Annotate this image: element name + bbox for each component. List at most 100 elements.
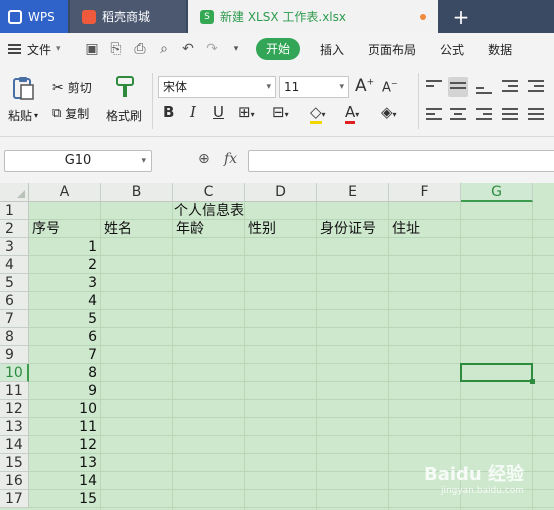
align-right-icon[interactable]: [474, 105, 494, 125]
copy-button[interactable]: ⧉ 复制: [52, 105, 89, 122]
serial-cell[interactable]: 10: [29, 400, 97, 418]
sheet-title-cell[interactable]: 个人信息表: [174, 202, 244, 220]
justify-icon[interactable]: [500, 105, 520, 125]
serial-cell[interactable]: 8: [29, 364, 97, 382]
menu-tab-page-layout[interactable]: 页面布局: [356, 41, 428, 58]
header-cell[interactable]: 序号: [32, 220, 60, 238]
row-header-12[interactable]: 12: [0, 400, 29, 418]
header-cell[interactable]: 身份证号: [320, 220, 376, 238]
serial-cell[interactable]: 4: [29, 292, 97, 310]
row-header-7[interactable]: 7: [0, 310, 29, 328]
row-header-11[interactable]: 11: [0, 382, 29, 400]
row-header-17[interactable]: 17: [0, 490, 29, 508]
header-cell[interactable]: 姓名: [104, 220, 132, 238]
row-header-1[interactable]: 1: [0, 202, 29, 220]
row-header-14[interactable]: 14: [0, 436, 29, 454]
increase-font-icon[interactable]: A+: [355, 76, 374, 96]
row-header-13[interactable]: 13: [0, 418, 29, 436]
serial-cell[interactable]: 6: [29, 328, 97, 346]
serial-cell[interactable]: 11: [29, 418, 97, 436]
header-cell[interactable]: 年龄: [176, 220, 204, 238]
decrease-font-icon[interactable]: A−: [382, 79, 398, 95]
font-size-select[interactable]: 11 ▾: [279, 76, 349, 98]
paste-icon[interactable]: [10, 75, 40, 101]
divider: [152, 73, 153, 129]
serial-cell[interactable]: 15: [29, 490, 97, 508]
tab-wps[interactable]: WPS: [0, 0, 68, 33]
save-icon[interactable]: ▣: [84, 41, 100, 57]
print-preview-icon[interactable]: ⌕: [156, 41, 172, 57]
bold-icon[interactable]: B: [163, 103, 174, 121]
menu-tab-home[interactable]: 开始: [256, 38, 301, 60]
fill-handle[interactable]: [530, 379, 535, 384]
align-top-icon[interactable]: [424, 77, 444, 97]
column-header-g[interactable]: G: [461, 183, 533, 202]
row-header-9[interactable]: 9: [0, 346, 29, 364]
serial-cell[interactable]: 14: [29, 472, 97, 490]
serial-cell[interactable]: 5: [29, 310, 97, 328]
insert-function-icon[interactable]: fx: [224, 151, 237, 167]
align-middle-icon[interactable]: [448, 77, 468, 97]
header-cell[interactable]: 性别: [248, 220, 276, 238]
align-center-icon[interactable]: [448, 105, 468, 125]
merge-cells-icon[interactable]: ⊟▾: [272, 103, 289, 121]
cut-button[interactable]: ✂ 剪切: [52, 79, 92, 96]
spreadsheet-grid[interactable]: ABCDEFG 1 2 3 4 5 6 7 8 9 10 11 12 13 14 15 16 17 个人信息表 …: [0, 183, 554, 510]
serial-cell[interactable]: 12: [29, 436, 97, 454]
undo-icon[interactable]: ↶: [180, 41, 196, 57]
menu-tab-insert[interactable]: 插入: [308, 41, 356, 58]
row-header-15[interactable]: 15: [0, 454, 29, 472]
row-header-3[interactable]: 3: [0, 238, 29, 256]
distributed-align-icon[interactable]: [526, 105, 546, 125]
file-menu-button[interactable]: 文件 ▾: [0, 41, 80, 58]
serial-cell[interactable]: 7: [29, 346, 97, 364]
decrease-indent-icon[interactable]: [500, 77, 520, 97]
menu-tab-formulas[interactable]: 公式: [428, 41, 476, 58]
selected-cell-g10[interactable]: [460, 363, 533, 382]
serial-cell[interactable]: 9: [29, 382, 97, 400]
redo-icon[interactable]: ↷: [204, 41, 220, 57]
name-box[interactable]: G10 ▾: [4, 150, 152, 172]
fill-color-icon[interactable]: ◇▾: [310, 103, 326, 124]
clear-format-icon[interactable]: ◈▾: [381, 103, 397, 121]
serial-cell[interactable]: 2: [29, 256, 97, 274]
format-painter-icon[interactable]: [114, 75, 136, 99]
column-header-a[interactable]: A: [29, 183, 101, 202]
export-pdf-icon[interactable]: ⎘: [108, 41, 124, 57]
print-icon[interactable]: ⎙: [132, 41, 148, 57]
font-color-icon[interactable]: A▾: [345, 103, 359, 124]
paste-button[interactable]: 粘贴 ▾: [8, 107, 38, 124]
row-header-4[interactable]: 4: [0, 256, 29, 274]
chevron-down-icon[interactable]: ▾: [228, 44, 244, 54]
serial-cell[interactable]: 3: [29, 274, 97, 292]
increase-indent-icon[interactable]: [526, 77, 546, 97]
column-header-b[interactable]: B: [101, 183, 173, 202]
formula-input[interactable]: [248, 150, 554, 172]
column-header-d[interactable]: D: [245, 183, 317, 202]
column-header-e[interactable]: E: [317, 183, 389, 202]
row-header-6[interactable]: 6: [0, 292, 29, 310]
tab-document[interactable]: S 新建 XLSX 工作表.xlsx: [188, 0, 438, 33]
header-cell[interactable]: 住址: [392, 220, 420, 238]
menu-tab-data[interactable]: 数据: [476, 41, 524, 58]
new-tab-button[interactable]: +: [446, 0, 476, 33]
underline-icon[interactable]: U: [213, 103, 224, 121]
row-header-2[interactable]: 2: [0, 220, 29, 238]
row-header-5[interactable]: 5: [0, 274, 29, 292]
align-left-icon[interactable]: [424, 105, 444, 125]
select-all-corner[interactable]: [0, 183, 29, 202]
serial-cell[interactable]: 1: [29, 238, 97, 256]
format-painter-button[interactable]: 格式刷: [106, 107, 142, 124]
font-name-select[interactable]: 宋体 ▾: [158, 76, 276, 98]
row-header-10[interactable]: 10: [0, 364, 29, 382]
align-bottom-icon[interactable]: [474, 77, 494, 97]
italic-icon[interactable]: I: [190, 103, 196, 121]
tab-docer-store[interactable]: 稻壳商城: [70, 0, 186, 33]
zoom-icon[interactable]: ⊕: [198, 151, 210, 167]
serial-cell[interactable]: 13: [29, 454, 97, 472]
column-header-f[interactable]: F: [389, 183, 461, 202]
column-header-c[interactable]: C: [173, 183, 245, 202]
borders-icon[interactable]: ⊞▾: [238, 103, 255, 121]
row-header-16[interactable]: 16: [0, 472, 29, 490]
row-header-8[interactable]: 8: [0, 328, 29, 346]
